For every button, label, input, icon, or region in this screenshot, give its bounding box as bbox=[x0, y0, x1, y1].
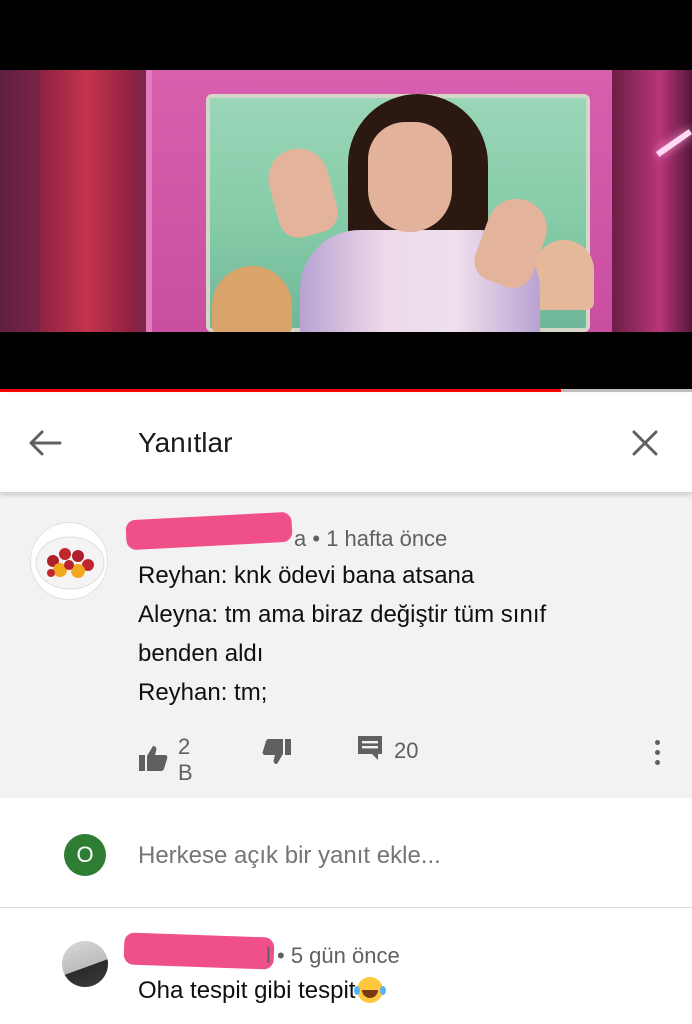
comment-line: Aleyna: tm ama biraz değiştir tüm sınıf bbox=[138, 601, 547, 628]
reply-count: 20 bbox=[394, 737, 419, 763]
comment-body: Reyhan: knk ödevi bana atsana Aleyna: tm… bbox=[138, 556, 658, 712]
redacted-username bbox=[125, 511, 293, 551]
author-suffix[interactable]: a bbox=[294, 526, 306, 551]
reply-count-button[interactable]: 20 bbox=[356, 734, 418, 767]
more-vert-icon[interactable] bbox=[642, 732, 672, 772]
author-suffix[interactable]: l bbox=[266, 943, 271, 968]
comment-icon bbox=[356, 734, 384, 767]
reply-input[interactable] bbox=[138, 838, 658, 874]
comment-meta: a • 1 hafta önce bbox=[294, 526, 447, 552]
thumbs-down-icon bbox=[262, 738, 292, 771]
page-title: Yanıtlar bbox=[138, 427, 233, 458]
comment-line: Reyhan: knk ödevi bana atsana bbox=[138, 562, 475, 589]
video-frame bbox=[0, 70, 692, 332]
like-count: 2 B bbox=[178, 734, 193, 785]
thumbs-up-icon bbox=[138, 744, 168, 777]
reply-meta: l • 5 gün önce bbox=[266, 943, 400, 969]
redacted-username bbox=[123, 932, 275, 970]
laughing-tears-emoji-icon bbox=[354, 977, 384, 1003]
reply-text: Oha tespit gibi tespit bbox=[138, 977, 356, 1004]
seek-bar-progress bbox=[0, 389, 561, 392]
comment-time: • 1 hafta önce bbox=[312, 526, 448, 551]
user-avatar[interactable]: O bbox=[64, 834, 106, 876]
reply-body: Oha tespit gibi tespit bbox=[138, 977, 384, 1005]
seek-bar[interactable] bbox=[0, 389, 692, 392]
close-icon[interactable] bbox=[620, 419, 670, 467]
arrow-left-icon[interactable] bbox=[20, 421, 70, 465]
like-button[interactable]: 2 B bbox=[138, 734, 193, 786]
comment-line: Reyhan: tm; bbox=[138, 679, 268, 706]
main-comment: a • 1 hafta önce Reyhan: knk ödevi bana … bbox=[0, 494, 692, 798]
replies-header: Yanıtlar bbox=[0, 393, 692, 493]
add-reply-row: O bbox=[0, 798, 692, 908]
reply-time: • 5 gün önce bbox=[277, 943, 400, 968]
video-player[interactable] bbox=[0, 0, 692, 392]
dislike-button[interactable] bbox=[262, 738, 292, 771]
reply-comment: l • 5 gün önce Oha tespit gibi tespit bbox=[0, 909, 692, 1024]
commenter-avatar[interactable] bbox=[30, 522, 108, 600]
comment-line: benden aldı bbox=[138, 640, 264, 667]
reply-author-avatar[interactable] bbox=[62, 941, 108, 987]
